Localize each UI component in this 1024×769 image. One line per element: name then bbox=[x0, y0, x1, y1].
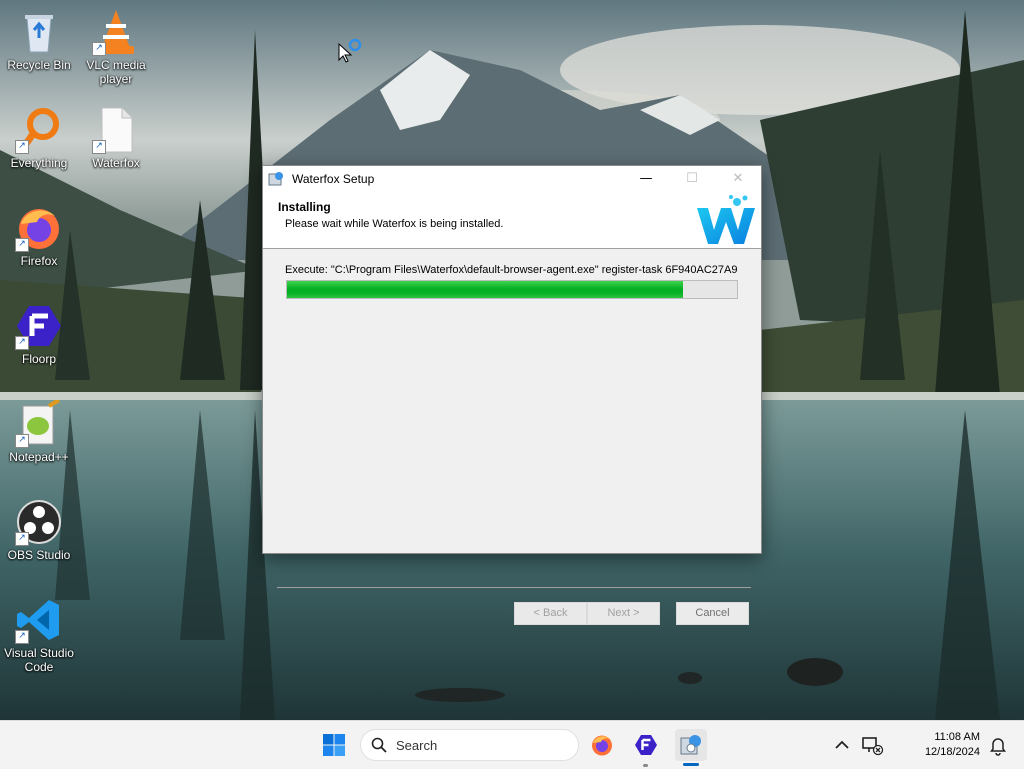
running-indicator bbox=[643, 764, 648, 767]
window-title: Waterfox Setup bbox=[292, 172, 375, 186]
busy-cursor-icon bbox=[338, 38, 362, 63]
notepad-plus-plus-icon: ↗ bbox=[15, 400, 63, 448]
active-app-indicator bbox=[683, 763, 699, 766]
firefox-icon bbox=[592, 735, 612, 756]
setup-installer-icon bbox=[268, 172, 283, 186]
network-disconnected-icon bbox=[862, 737, 884, 756]
firefox-icon: ↗ bbox=[15, 204, 63, 252]
shortcut-arrow-icon: ↗ bbox=[15, 140, 29, 154]
desktop-icon-floorp[interactable]: ↗ Floorp bbox=[1, 302, 77, 366]
recycle-bin-icon bbox=[15, 8, 63, 56]
network-status-button[interactable] bbox=[856, 729, 888, 761]
desktop-icon-vscode[interactable]: ↗ Visual Studio Code bbox=[1, 596, 77, 674]
shortcut-arrow-icon: ↗ bbox=[15, 336, 29, 350]
header-subtitle: Please wait while Waterfox is being inst… bbox=[285, 218, 504, 230]
taskbar-floorp[interactable] bbox=[630, 729, 662, 761]
back-button[interactable]: < Back bbox=[514, 602, 587, 625]
blank-file-icon: ↗ bbox=[92, 106, 140, 154]
minimize-button[interactable]: — bbox=[623, 166, 669, 192]
show-hidden-icons-button[interactable] bbox=[826, 729, 858, 761]
desktop-icon-firefox[interactable]: ↗ Firefox bbox=[1, 204, 77, 268]
waterfox-setup-window: Waterfox Setup — ☐ ✕ Installing Please w… bbox=[262, 165, 762, 625]
bell-icon bbox=[990, 738, 1006, 756]
footer-divider bbox=[277, 587, 751, 588]
shortcut-arrow-icon: ↗ bbox=[15, 532, 29, 546]
desktop-icon-label: OBS Studio bbox=[7, 548, 71, 562]
start-button[interactable] bbox=[318, 729, 350, 761]
installer-header: Installing Please wait while Waterfox is… bbox=[263, 192, 761, 249]
vlc-icon: ↗ bbox=[92, 8, 140, 56]
chevron-up-icon bbox=[835, 740, 849, 749]
desktop-icon-label: Everything bbox=[10, 156, 68, 170]
vscode-icon: ↗ bbox=[15, 596, 63, 644]
floorp-icon: ↗ bbox=[15, 302, 63, 350]
taskbar-firefox[interactable] bbox=[586, 729, 618, 761]
desktop-icon-label: Recycle Bin bbox=[7, 58, 71, 72]
close-button[interactable]: ✕ bbox=[715, 166, 761, 192]
desktop-icon-notepadpp[interactable]: ↗ Notepad++ bbox=[1, 400, 77, 464]
desktop-icon-label: VLC media player bbox=[86, 58, 146, 86]
shortcut-arrow-icon: ↗ bbox=[15, 434, 29, 448]
desktop-icon-label: Waterfox bbox=[92, 156, 140, 170]
desktop-icon-recycle-bin[interactable]: Recycle Bin bbox=[1, 8, 77, 72]
waterfox-setup-icon bbox=[680, 735, 701, 755]
desktop-icon-vlc[interactable]: ↗ VLC media player bbox=[78, 8, 154, 86]
clock-time: 11:08 AM bbox=[934, 731, 980, 743]
floorp-icon bbox=[635, 735, 657, 755]
taskbar: Search 11:08 AM 12/18/2024 bbox=[0, 720, 1024, 769]
search-icon bbox=[371, 737, 387, 753]
desktop-icon-label: Firefox bbox=[20, 254, 58, 268]
maximize-button[interactable]: ☐ bbox=[669, 166, 715, 192]
installer-content: Execute: "C:\Program Files\Waterfox\defa… bbox=[263, 249, 761, 625]
shortcut-arrow-icon: ↗ bbox=[92, 140, 106, 154]
notifications-button[interactable] bbox=[982, 729, 1014, 761]
desktop-icon-waterfox[interactable]: ↗ Waterfox bbox=[78, 106, 154, 170]
desktop-icon-everything[interactable]: ↗ Everything bbox=[1, 106, 77, 170]
cancel-button[interactable]: Cancel bbox=[676, 602, 749, 625]
shortcut-arrow-icon: ↗ bbox=[15, 630, 29, 644]
desktop-icon-label: Visual Studio Code bbox=[4, 646, 74, 674]
next-button[interactable]: Next > bbox=[587, 602, 660, 625]
taskbar-waterfox-setup[interactable] bbox=[675, 729, 707, 761]
clock-date: 12/18/2024 bbox=[924, 746, 980, 758]
search-placeholder: Search bbox=[396, 737, 438, 753]
shortcut-arrow-icon: ↗ bbox=[15, 238, 29, 252]
obs-icon: ↗ bbox=[15, 498, 63, 546]
header-title: Installing bbox=[278, 200, 331, 214]
progress-fill bbox=[287, 281, 683, 298]
desktop-icon-label: Notepad++ bbox=[9, 450, 69, 464]
desktop-icon-label: Floorp bbox=[21, 352, 56, 366]
desktop-icon-obs[interactable]: ↗ OBS Studio bbox=[1, 498, 77, 562]
shortcut-arrow-icon: ↗ bbox=[92, 42, 106, 56]
system-clock[interactable]: 11:08 AM 12/18/2024 bbox=[925, 730, 980, 760]
waterfox-logo-icon bbox=[697, 195, 755, 244]
install-progress-bar bbox=[286, 280, 738, 299]
install-status-text: Execute: "C:\Program Files\Waterfox\defa… bbox=[285, 264, 737, 276]
start-icon bbox=[323, 734, 345, 756]
window-titlebar[interactable]: Waterfox Setup — ☐ ✕ bbox=[263, 166, 761, 192]
everything-search-icon: ↗ bbox=[15, 106, 63, 154]
taskbar-search-box[interactable]: Search bbox=[360, 729, 579, 761]
